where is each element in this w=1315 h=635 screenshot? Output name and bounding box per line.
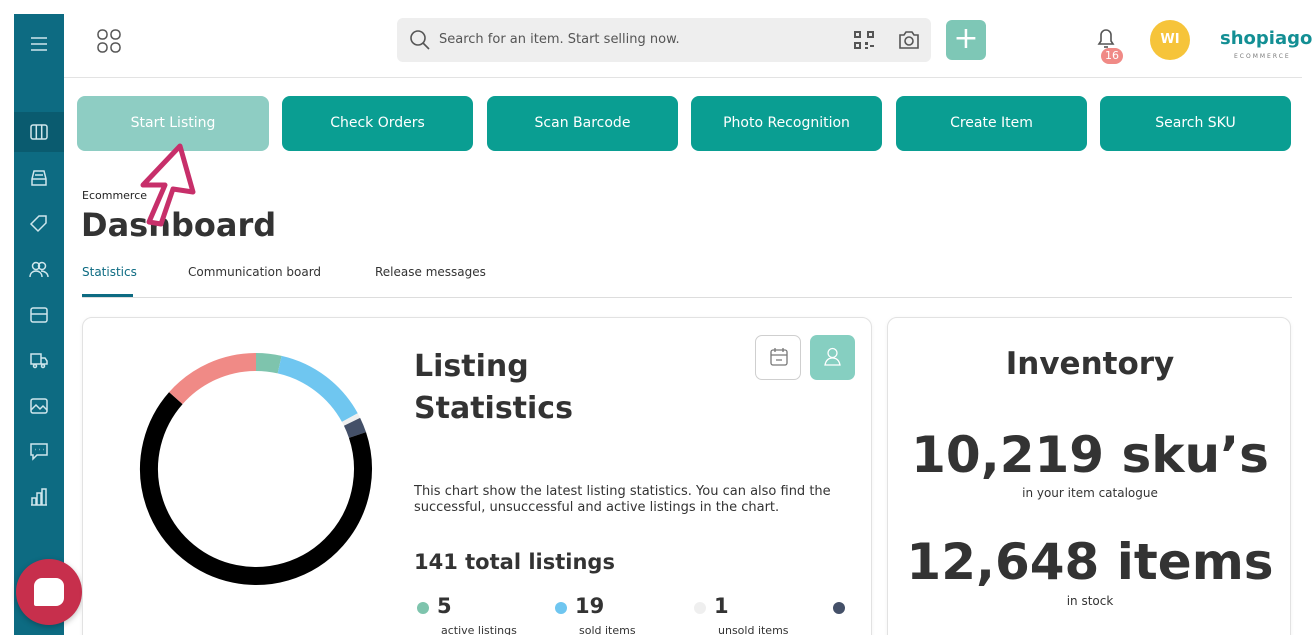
card-icon[interactable] <box>14 295 64 335</box>
top-bar: Search for an item. Start selling now. +… <box>64 14 1312 78</box>
pointer-cursor-icon <box>140 143 196 227</box>
bell-icon[interactable] <box>1095 26 1117 50</box>
stat-dot <box>417 602 429 614</box>
menu-icon[interactable] <box>14 24 64 64</box>
add-button[interactable]: + <box>946 20 986 60</box>
notification-badge: 16 <box>1101 48 1123 64</box>
photo-recognition-button[interactable]: Photo Recognition <box>691 96 882 151</box>
inbox-icon[interactable] <box>14 158 64 198</box>
sidebar <box>14 14 64 635</box>
listing-statistics-title: Listing Statistics <box>414 349 573 426</box>
sku-caption: in your item catalogue <box>1022 486 1158 500</box>
avatar[interactable]: WI <box>1150 20 1190 60</box>
truck-icon[interactable] <box>14 340 64 380</box>
camera-icon[interactable] <box>897 29 921 51</box>
tab-release-messages[interactable]: Release messages <box>375 265 486 279</box>
total-listings: 141 total listings <box>414 550 615 574</box>
user-filter-button[interactable] <box>810 335 855 380</box>
listing-donut-chart <box>140 353 372 585</box>
search-sku-button[interactable]: Search SKU <box>1100 96 1291 151</box>
donut-segment-5 <box>169 353 257 405</box>
shopiago-logo: shopiago ECOMMERCE <box>1220 28 1313 60</box>
logo-text: shopiago <box>1220 28 1313 49</box>
donut-segment-3 <box>343 417 366 439</box>
stat-label: sold items <box>579 624 636 635</box>
listing-statistics-card: Listing Statistics This chart show the l… <box>82 317 872 635</box>
bar-chart-icon[interactable] <box>14 477 64 517</box>
users-icon[interactable] <box>14 249 64 289</box>
chat-icon <box>34 578 64 606</box>
item-caption: in stock <box>1066 594 1114 608</box>
donut-segment-1 <box>277 355 358 423</box>
check-orders-button[interactable]: Check Orders <box>282 96 473 151</box>
inventory-title: Inventory <box>1005 346 1175 382</box>
inventory-card: Inventory 10,219 sku’s in your item cata… <box>887 317 1291 635</box>
search-icon <box>410 30 430 50</box>
tabs-divider <box>82 297 1292 298</box>
stat-dot <box>833 602 845 614</box>
donut-segment-0 <box>255 353 282 374</box>
chat-launcher-button[interactable] <box>16 559 82 625</box>
user-icon <box>824 347 841 366</box>
logo-subtext: ECOMMERCE <box>1234 53 1291 60</box>
search-placeholder[interactable]: Search for an item. Start selling now. <box>439 32 680 47</box>
create-item-button[interactable]: Create Item <box>896 96 1087 151</box>
stat-dot <box>694 602 706 614</box>
tab-statistics[interactable]: Statistics <box>82 265 137 279</box>
search-bar[interactable]: Search for an item. Start selling now. <box>397 18 931 62</box>
stat-value: 1 <box>714 594 729 618</box>
calendar-button[interactable] <box>755 335 801 380</box>
comment-icon[interactable] <box>14 431 64 471</box>
sku-count: 10,219 sku’s <box>911 426 1269 484</box>
stat-value: 19 <box>575 594 605 618</box>
stat-dot <box>555 602 567 614</box>
tab-communication-board[interactable]: Communication board <box>188 265 321 279</box>
stat-label: active listings <box>441 624 517 635</box>
stat-value: 5 <box>437 594 452 618</box>
qr-code-icon[interactable] <box>853 30 875 50</box>
donut-segment-2 <box>341 413 361 426</box>
item-count: 12,648 items <box>906 533 1274 591</box>
donut-segment-4 <box>140 392 372 585</box>
stat-label: unsold items <box>718 624 789 635</box>
apps-grid-icon[interactable] <box>96 28 122 54</box>
listing-description: This chart show the latest listing stati… <box>414 484 831 515</box>
calendar-icon <box>770 348 788 366</box>
scan-barcode-button[interactable]: Scan Barcode <box>487 96 678 151</box>
columns-icon[interactable] <box>14 112 64 152</box>
image-icon[interactable] <box>14 386 64 426</box>
tag-icon[interactable] <box>14 204 64 244</box>
